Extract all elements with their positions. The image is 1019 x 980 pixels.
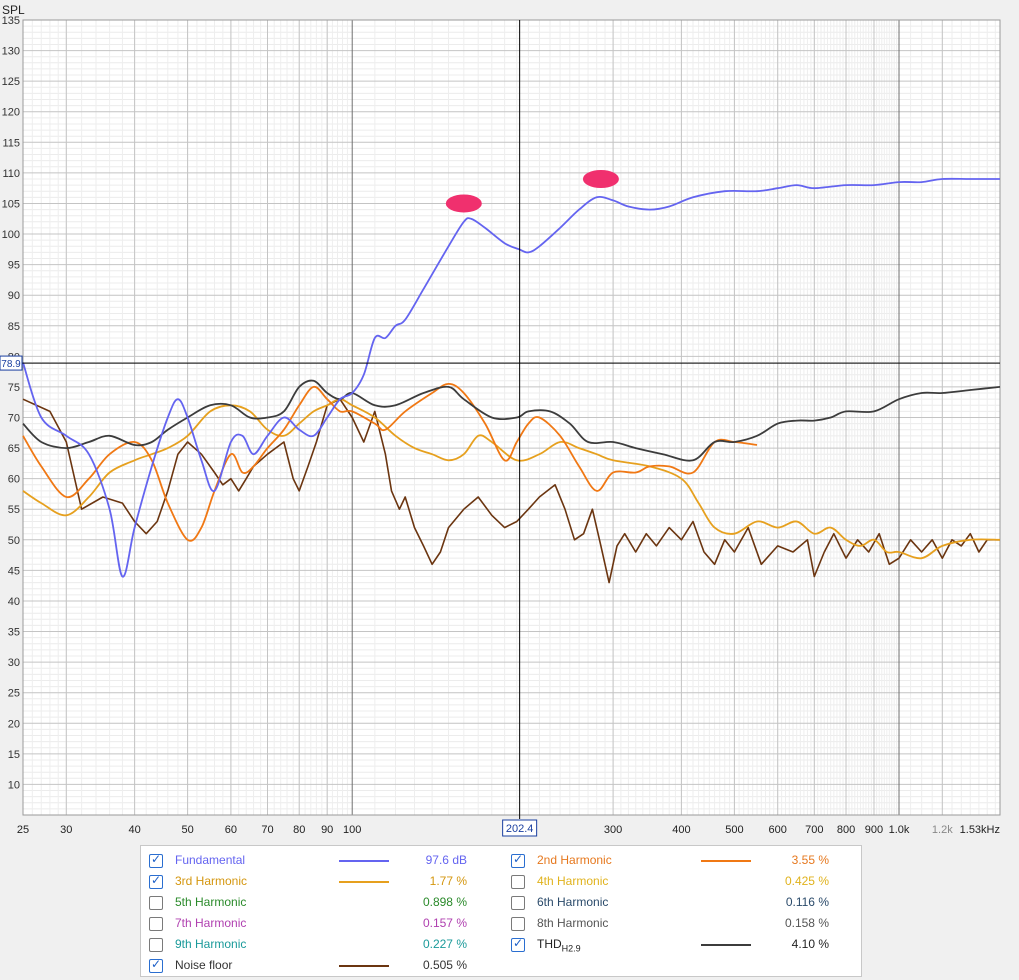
legend-item-noise[interactable]: Noise floor 0.505 % [149, 956, 467, 977]
legend-label: Noise floor [175, 958, 233, 972]
x-tick-label: 1.53kHz [960, 824, 1000, 836]
legend-panel: Fundamental 97.6 dB 2nd Harmonic 3.55 % 3rd … [140, 845, 862, 977]
legend-checkbox-noise[interactable] [149, 957, 163, 973]
legend-checkbox-h6[interactable] [511, 896, 525, 910]
legend-checkbox-h2[interactable] [511, 852, 525, 868]
y-tick-label: 125 [2, 76, 20, 88]
legend-line-swatch [701, 944, 751, 946]
y-axis-label: SPL [2, 3, 25, 17]
legend-value: 0.227 % [422, 937, 467, 951]
legend-value: 1.77 % [429, 874, 467, 888]
y-tick-label: 55 [8, 504, 20, 516]
y-tick-label: 110 [2, 168, 20, 180]
legend-checkbox-fund[interactable] [149, 852, 163, 868]
y-tick-label: 20 [8, 718, 20, 730]
legend-label: 5th Harmonic [175, 895, 247, 909]
y-tick-label: 65 [8, 443, 20, 455]
y-tick-label: 30 [8, 657, 20, 669]
legend-value: 0.425 % [784, 874, 829, 888]
x-tick-label: 700 [805, 824, 823, 836]
x-tick-label: 400 [672, 824, 690, 836]
y-tick-label: 130 [2, 46, 20, 58]
legend-label: 3rd Harmonic [175, 874, 248, 888]
legend-label: Fundamental [175, 853, 246, 867]
legend-value: 0.898 % [422, 895, 467, 909]
legend-label: 4th Harmonic [537, 874, 609, 888]
y-tick-label: 95 [8, 260, 20, 272]
legend-item-fund[interactable]: Fundamental 97.6 dB [149, 851, 467, 872]
x-tick-label: 70 [261, 824, 273, 836]
distortion-chart[interactable]: 10 15 20 25 30 35 40 45 50 55 60 65 70 75 80 85 90 95 100 1… [0, 0, 1019, 845]
y-tick-label: 115 [2, 137, 20, 149]
legend-label: 2nd Harmonic [537, 853, 612, 867]
x-tick-label: 25 [17, 824, 29, 836]
x-tick-label: 80 [293, 824, 305, 836]
legend-label: 6th Harmonic [537, 895, 609, 909]
legend-checkbox-h7[interactable] [149, 917, 163, 931]
y-tick-label: 60 [8, 474, 20, 486]
y-tick-label: 10 [8, 779, 20, 791]
x-tick-label: 800 [837, 824, 855, 836]
legend-value: 0.505 % [422, 958, 467, 972]
legend-label: 8th Harmonic [537, 916, 609, 930]
x-tick-label: 30 [60, 824, 72, 836]
legend-label: 7th Harmonic [175, 916, 247, 930]
x-tick-label: 90 [321, 824, 333, 836]
y-tick-label: 15 [8, 749, 20, 761]
legend-item-h4[interactable]: 4th Harmonic 0.425 % [511, 872, 829, 893]
y-tick-label: 100 [2, 229, 20, 241]
x-tick-label: 1.2k [932, 824, 953, 836]
y-tick-label: 90 [8, 290, 20, 302]
legend-checkbox-h3[interactable] [149, 873, 163, 889]
legend-line-swatch [701, 860, 751, 862]
y-tick-label: 85 [8, 321, 20, 333]
legend-item-h8[interactable]: 8th Harmonic 0.158 % [511, 914, 829, 935]
legend-line-swatch [339, 860, 389, 862]
legend-item-h7[interactable]: 7th Harmonic 0.157 % [149, 914, 467, 935]
legend-checkbox-h5[interactable] [149, 896, 163, 910]
legend-item-h6[interactable]: 6th Harmonic 0.116 % [511, 893, 829, 914]
legend-checkbox-h4[interactable] [511, 875, 525, 889]
legend-value: 97.6 dB [425, 853, 467, 867]
legend-item-h2[interactable]: 2nd Harmonic 3.55 % [511, 851, 829, 872]
legend-checkbox-h9[interactable] [149, 938, 163, 952]
legend-item-h3[interactable]: 3rd Harmonic 1.77 % [149, 872, 467, 893]
legend-item-h5[interactable]: 5th Harmonic 0.898 % [149, 893, 467, 914]
y-tick-label: 70 [8, 413, 20, 425]
legend-value: 3.55 % [791, 853, 829, 867]
x-tick-label: 50 [181, 824, 193, 836]
legend-checkbox-h8[interactable] [511, 917, 525, 931]
cursor-y-label: 78.9 [1, 359, 21, 370]
legend-line-swatch [339, 965, 389, 967]
legend-item-thd[interactable]: THDH2.9 4.10 % [511, 935, 829, 956]
legend-value: 0.158 % [784, 916, 829, 930]
legend-line-swatch [339, 881, 389, 883]
y-tick-label: 120 [2, 107, 20, 119]
cursor-x-label: 202.4 [506, 823, 534, 835]
legend-label: 9th Harmonic [175, 937, 247, 951]
y-tick-label: 50 [8, 535, 20, 547]
legend-value: 4.10 % [791, 937, 829, 951]
peak-marker [445, 194, 482, 213]
x-tick-label: 300 [604, 824, 622, 836]
x-tick-label: 100 [343, 824, 361, 836]
legend-label: THDH2.9 [537, 937, 581, 954]
y-tick-label: 25 [8, 688, 20, 700]
legend-value: 0.157 % [422, 916, 467, 930]
y-tick-label: 105 [2, 198, 20, 210]
x-tick-label: 500 [725, 824, 743, 836]
x-tick-label: 60 [225, 824, 237, 836]
peak-marker [582, 170, 619, 188]
legend-value: 0.116 % [785, 895, 829, 909]
x-tick-label: 900 [865, 824, 883, 836]
y-tick-label: 40 [8, 596, 20, 608]
y-tick-label: 75 [8, 382, 20, 394]
y-tick-label: 35 [8, 627, 20, 639]
legend-checkbox-thd[interactable] [511, 936, 525, 952]
x-tick-label: 600 [769, 824, 787, 836]
x-tick-label: 1.0k [889, 824, 910, 836]
y-tick-label: 45 [8, 565, 20, 577]
legend-item-h9[interactable]: 9th Harmonic 0.227 % [149, 935, 467, 956]
x-tick-label: 40 [128, 824, 140, 836]
